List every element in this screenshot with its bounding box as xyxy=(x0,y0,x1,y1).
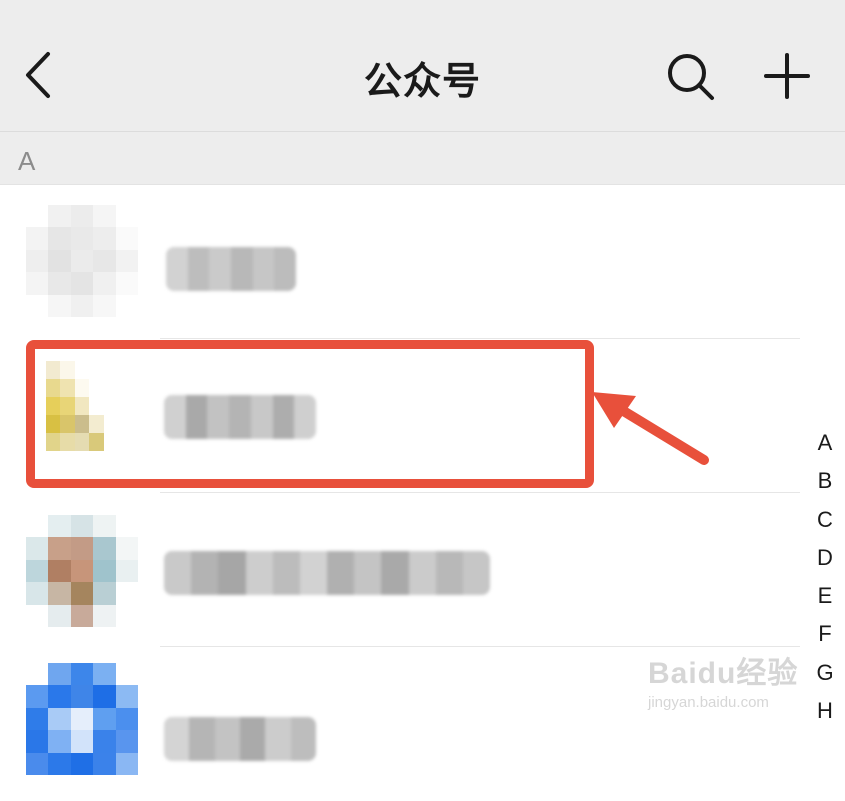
page-title: 公众号 xyxy=(363,59,481,103)
account-name xyxy=(164,551,490,595)
plus-icon[interactable] xyxy=(763,52,811,100)
nav-bar: 公众号 xyxy=(0,0,845,132)
avatar xyxy=(26,205,138,317)
watermark: Baidu经验 jingyan.baidu.com xyxy=(648,648,808,711)
index-letter-b[interactable]: B xyxy=(805,462,845,500)
index-letter-f[interactable]: F xyxy=(805,615,845,653)
watermark-main: Baidu经验 xyxy=(648,657,799,690)
account-name xyxy=(166,247,296,291)
list-item[interactable] xyxy=(0,493,800,647)
watermark-sub: jingyan.baidu.com xyxy=(648,694,769,711)
avatar xyxy=(26,663,138,775)
list-item[interactable] xyxy=(0,185,800,339)
highlight-box xyxy=(26,340,594,488)
avatar xyxy=(26,515,138,627)
index-letter-g[interactable]: G xyxy=(805,654,845,692)
alphabet-index[interactable]: A B C D E F G H xyxy=(805,424,845,730)
index-letter-h[interactable]: H xyxy=(805,692,845,730)
index-letter-c[interactable]: C xyxy=(805,501,845,539)
index-letter-d[interactable]: D xyxy=(805,539,845,577)
account-name xyxy=(164,717,316,761)
section-header: A xyxy=(0,132,845,185)
search-icon[interactable] xyxy=(664,50,716,102)
index-letter-e[interactable]: E xyxy=(805,577,845,615)
index-letter-a[interactable]: A xyxy=(805,424,845,462)
section-letter: A xyxy=(18,146,36,176)
annotation-arrow xyxy=(592,392,709,465)
